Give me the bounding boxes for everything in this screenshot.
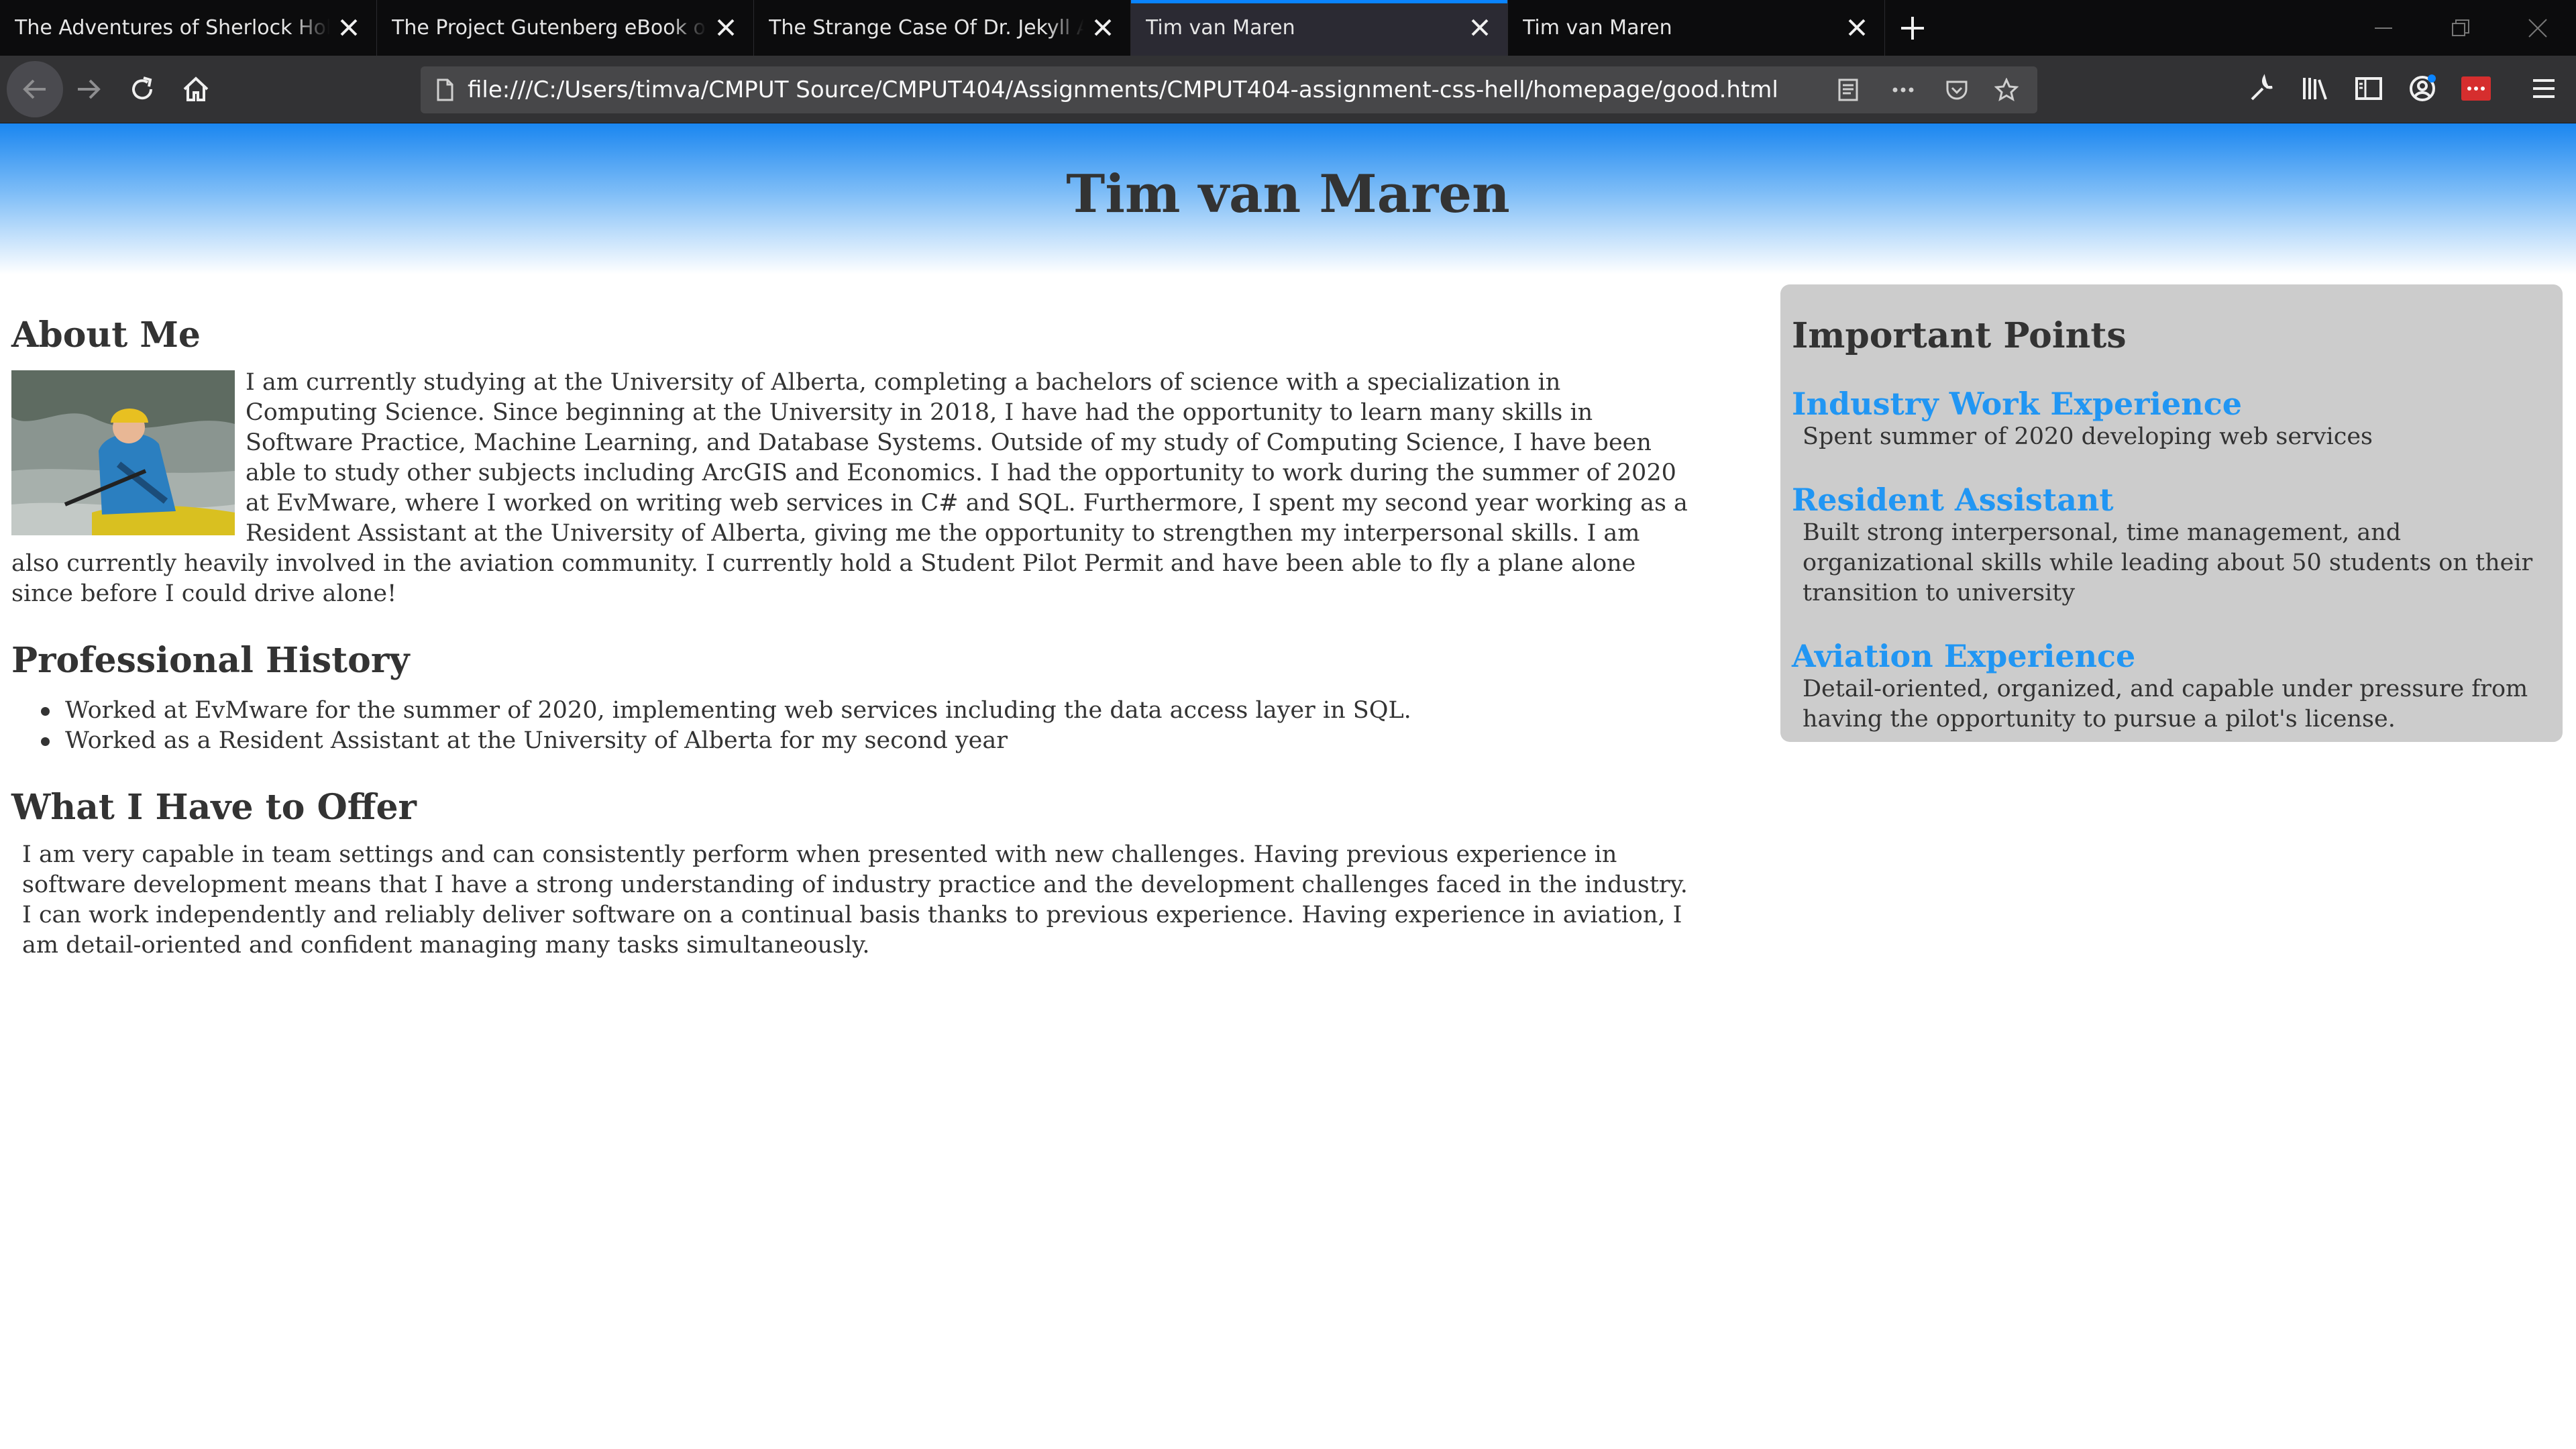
close-icon[interactable] <box>1468 16 1491 39</box>
library-icon[interactable] <box>2299 72 2331 105</box>
arrow-right-icon <box>78 79 101 99</box>
bookmark-star-icon[interactable] <box>1994 78 2019 102</box>
restore-button[interactable] <box>2422 0 2499 56</box>
history-heading: Professional History <box>11 640 410 681</box>
plus-icon <box>1901 16 1924 40</box>
wrench-icon[interactable] <box>2245 72 2277 105</box>
browser-tab[interactable]: The Adventures of Sherlock Holmes <box>0 0 377 56</box>
tab-title: Tim van Maren <box>1146 16 1295 40</box>
forward-button[interactable] <box>60 61 117 117</box>
about-heading: About Me <box>11 315 201 356</box>
address-bar[interactable]: file:///C:/Users/timva/CMPUT Source/CMPU… <box>421 66 2037 113</box>
window-controls <box>2345 0 2576 56</box>
new-tab-button[interactable] <box>1885 0 1940 56</box>
history-list: Worked at EvMware for the summer of 2020… <box>41 696 1688 756</box>
restore-icon <box>2451 19 2469 36</box>
browser-tab[interactable]: Tim van Maren <box>1508 0 1885 56</box>
browser-tab-active[interactable]: Tim van Maren <box>1131 0 1508 56</box>
browser-tab[interactable]: The Project Gutenberg eBook of The <box>377 0 754 56</box>
home-button[interactable] <box>168 61 224 117</box>
main-content: About Me I am currently studying at the … <box>11 315 1688 961</box>
tab-title: The Project Gutenberg eBook of The <box>392 16 707 40</box>
tab-title: The Strange Case Of Dr. Jekyll And <box>769 16 1084 40</box>
close-icon[interactable] <box>337 16 360 39</box>
reader-view-icon[interactable] <box>1836 78 1860 102</box>
more-dots-icon[interactable] <box>1891 78 1915 102</box>
offer-text: I am very capable in team settings and c… <box>22 841 1688 959</box>
tab-strip: The Adventures of Sherlock Holmes The Pr… <box>0 0 2576 56</box>
important-points-panel: Important Points Industry Work Experienc… <box>1780 284 2563 742</box>
point-description: Built strong interpersonal, time managem… <box>1803 519 2533 606</box>
profile-photo <box>11 370 235 535</box>
account-icon[interactable] <box>2406 72 2438 105</box>
web-page: Tim van Maren About Me I am currently st… <box>0 123 2576 1449</box>
back-button[interactable] <box>7 61 63 117</box>
sidebar-icon[interactable] <box>2353 72 2385 105</box>
close-icon[interactable] <box>714 16 737 39</box>
about-section: I am currently studying at the Universit… <box>11 368 1688 609</box>
home-icon <box>183 76 209 101</box>
reload-icon <box>132 76 153 100</box>
close-window-button[interactable] <box>2499 0 2576 56</box>
sidebar-heading: Important Points <box>1792 315 2127 356</box>
reload-button[interactable] <box>114 61 170 117</box>
minimize-button[interactable] <box>2345 0 2422 56</box>
minimize-icon <box>2374 27 2392 29</box>
point-title-link[interactable]: Resident Assistant <box>1792 482 2549 518</box>
close-icon <box>2528 18 2547 38</box>
page-icon <box>437 78 453 101</box>
url-text[interactable]: file:///C:/Users/timva/CMPUT Source/CMPU… <box>468 66 1778 113</box>
hamburger-menu-icon[interactable] <box>2528 72 2560 105</box>
page-title: Tim van Maren <box>1066 164 1510 225</box>
point-title-link[interactable]: Industry Work Experience <box>1792 386 2549 422</box>
about-text: I am currently studying at the Universit… <box>11 369 1688 607</box>
point-description: Spent summer of 2020 developing web serv… <box>1803 423 2373 450</box>
navigation-toolbar: file:///C:/Users/timva/CMPUT Source/CMPU… <box>0 56 2576 123</box>
offer-heading: What I Have to Offer <box>11 787 417 828</box>
extension-icon[interactable] <box>2460 72 2492 105</box>
list-item: Worked as a Resident Assistant at the Un… <box>41 726 1688 756</box>
browser-tab[interactable]: The Strange Case Of Dr. Jekyll And <box>754 0 1131 56</box>
page-header: Tim van Maren <box>0 123 2576 274</box>
point-description: Detail-oriented, organized, and capable … <box>1803 676 2528 733</box>
pocket-icon[interactable] <box>1945 78 1969 102</box>
kayaker-photo-icon <box>11 370 235 535</box>
close-icon[interactable] <box>1091 16 1114 39</box>
close-icon[interactable] <box>1845 16 1868 39</box>
arrow-left-icon <box>23 79 46 99</box>
tab-title: The Adventures of Sherlock Holmes <box>15 16 330 40</box>
point-title-link[interactable]: Aviation Experience <box>1792 638 2549 674</box>
list-item: Worked at EvMware for the summer of 2020… <box>41 696 1688 726</box>
tab-title: Tim van Maren <box>1523 16 1672 40</box>
